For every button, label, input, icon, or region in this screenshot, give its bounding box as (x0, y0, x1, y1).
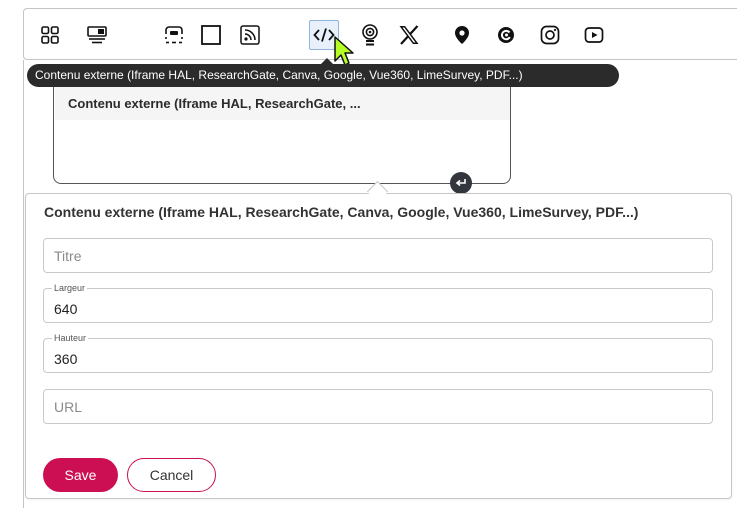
hauteur-field[interactable]: Hauteur 360 (43, 333, 713, 373)
cancel-button[interactable]: Cancel (127, 458, 216, 492)
spiral-icon[interactable] (491, 20, 521, 50)
url-field[interactable]: URL (43, 389, 713, 424)
embed-widget[interactable]: Contenu externe (Iframe HAL, ResearchGat… (53, 78, 511, 184)
instagram-icon[interactable] (535, 20, 565, 50)
form-title: Contenu externe (Iframe HAL, ResearchGat… (44, 204, 639, 220)
enter-icon[interactable] (450, 172, 472, 194)
titre-placeholder: Titre (54, 248, 82, 264)
hauteur-value: 360 (54, 351, 78, 367)
template-icon[interactable] (82, 20, 112, 50)
embed-widget-title: Contenu externe (Iframe HAL, ResearchGat… (68, 96, 361, 111)
tooltip: Contenu externe (Iframe HAL, ResearchGat… (27, 64, 619, 87)
url-placeholder: URL (54, 399, 83, 415)
youtube-icon[interactable] (579, 20, 609, 50)
titre-field[interactable]: Titre (43, 238, 713, 273)
placeholder-icon[interactable] (159, 20, 189, 50)
rss-icon[interactable] (235, 20, 265, 50)
grid-icon[interactable] (35, 20, 65, 50)
largeur-field[interactable]: Largeur 640 (43, 283, 713, 323)
hauteur-label: Hauteur (52, 333, 89, 343)
frame-icon[interactable] (196, 20, 226, 50)
largeur-value: 640 (54, 301, 78, 317)
embed-widget-header: Contenu externe (Iframe HAL, ResearchGat… (55, 86, 510, 120)
editor-toolbar (23, 8, 737, 60)
x-icon[interactable] (394, 20, 424, 50)
save-button[interactable]: Save (43, 458, 118, 492)
largeur-label: Largeur (52, 283, 88, 293)
location-pin-icon[interactable] (447, 20, 477, 50)
editor-left-border (23, 60, 24, 508)
